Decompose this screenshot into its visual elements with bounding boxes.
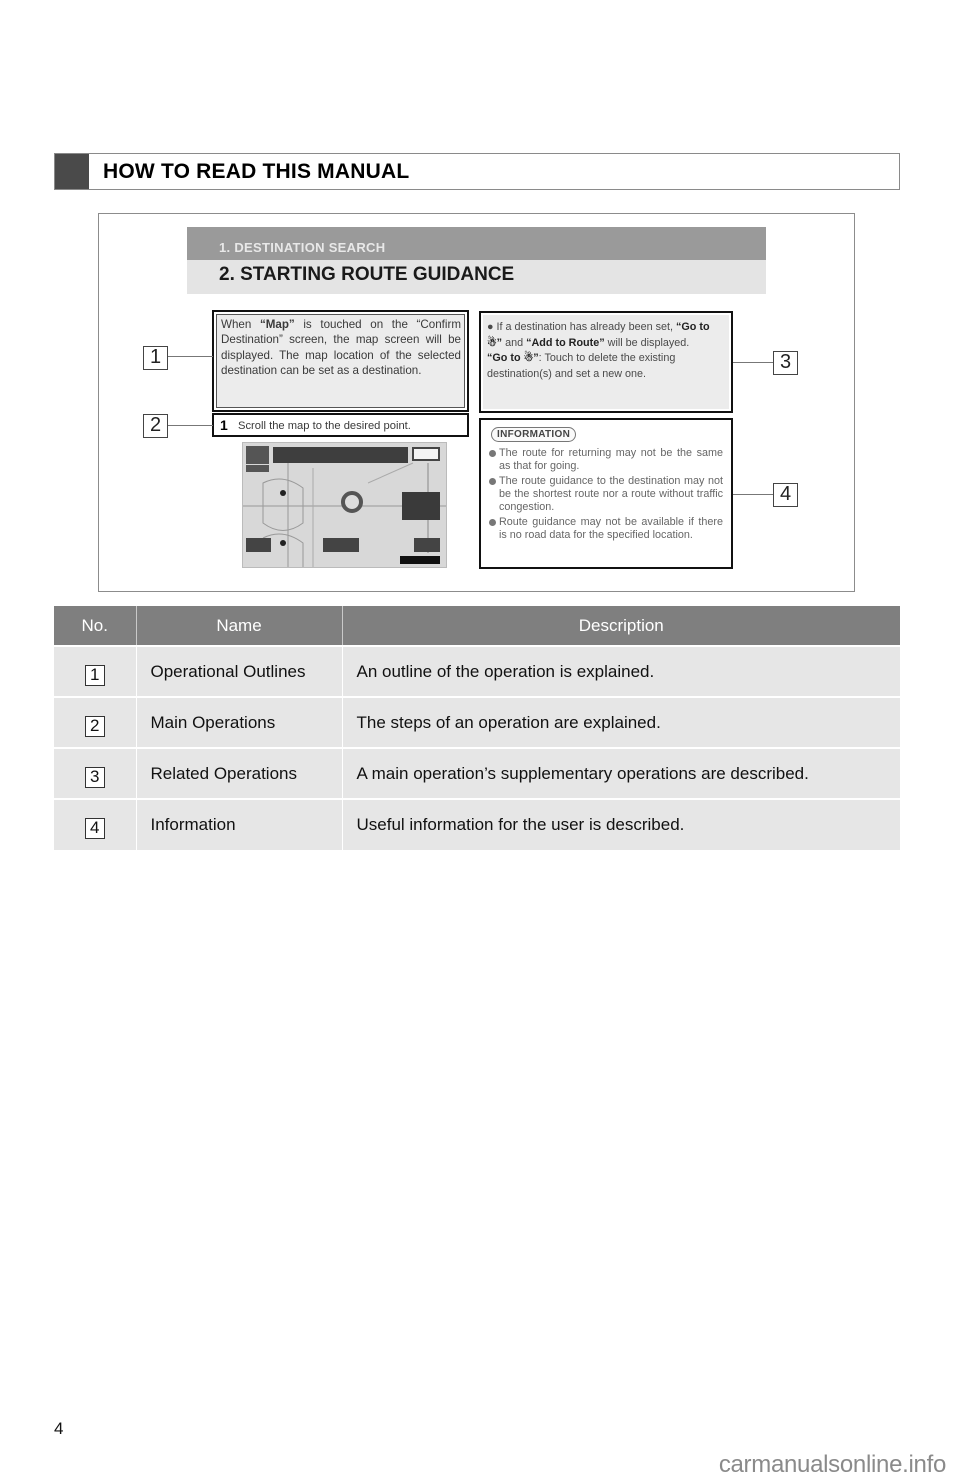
map-address-bar xyxy=(273,447,408,463)
map-screen-thumbnail xyxy=(242,442,447,568)
row-description: The steps of an operation are explained. xyxy=(342,696,900,748)
map-zoom-in-button[interactable] xyxy=(414,538,440,552)
row-name: Main Operations xyxy=(136,696,343,748)
section-title: HOW TO READ THIS MANUAL xyxy=(103,160,410,183)
row-description: An outline of the operation is explained… xyxy=(342,645,900,697)
map-scale-indicator xyxy=(400,556,440,564)
information-item: The route for returning may not be the s… xyxy=(489,447,723,473)
table-row: 2 Main Operations The steps of an operat… xyxy=(54,696,900,748)
legend-table: No. Name Description 1 Operational Outli… xyxy=(54,606,900,850)
example-page-figure: 1. DESTINATION SEARCH 2. STARTING ROUTE … xyxy=(98,213,855,592)
section-header-block xyxy=(55,154,89,189)
table-header-row: No. Name Description xyxy=(54,606,900,646)
map-zoom-out-button[interactable] xyxy=(246,538,271,552)
watermark: carmanualsonline.info xyxy=(718,1451,946,1478)
information-badge: INFORMATION xyxy=(491,427,577,442)
column-header-name: Name xyxy=(136,606,343,646)
operational-outline-box: When “Map” is touched on the “Confirm De… xyxy=(212,310,469,412)
row-name: Information xyxy=(136,798,343,850)
map-orientation-icon[interactable] xyxy=(246,446,269,464)
information-list: The route for returning may not be the s… xyxy=(489,447,723,544)
callout-2-leader-line xyxy=(167,425,213,426)
related-operations-box: ● If a destination has already been set,… xyxy=(479,311,733,413)
step-text: Scroll the map to the desired point. xyxy=(238,420,411,432)
row-number-badge: 4 xyxy=(84,818,105,839)
map-back-button[interactable] xyxy=(412,447,440,461)
step-number: 1 xyxy=(220,417,228,433)
information-item: The route guidance to the destination ma… xyxy=(489,475,723,514)
figure-chapter-title: 1. DESTINATION SEARCH xyxy=(187,227,766,260)
row-name: Related Operations xyxy=(136,747,343,799)
figure-header: 1. DESTINATION SEARCH 2. STARTING ROUTE … xyxy=(187,227,766,294)
section-header: HOW TO READ THIS MANUAL xyxy=(54,153,900,190)
callout-4-leader-line xyxy=(733,494,773,495)
callout-marker-4: 4 xyxy=(773,483,798,507)
callout-3-leader-line xyxy=(733,362,773,363)
page-number: 4 xyxy=(54,1419,64,1438)
row-number-badge: 3 xyxy=(84,767,105,788)
row-number-badge: 1 xyxy=(84,665,105,686)
table-row: 1 Operational Outlines An outline of the… xyxy=(54,645,900,697)
figure-section-title: 2. STARTING ROUTE GUIDANCE xyxy=(187,260,766,294)
related-note: “Go to ☃”: Touch to delete the existing … xyxy=(487,352,676,380)
column-header-no: No. xyxy=(54,606,137,646)
map-enter-button[interactable] xyxy=(402,492,440,520)
row-name: Operational Outlines xyxy=(136,645,343,697)
table-row: 4 Information Useful information for the… xyxy=(54,798,900,850)
callout-marker-3: 3 xyxy=(773,351,798,375)
row-description: A main operation’s supplementary operati… xyxy=(342,747,900,799)
map-mode-button[interactable] xyxy=(246,465,269,472)
callout-marker-1: 1 xyxy=(143,346,168,370)
related-operations-text: ● If a destination has already been set,… xyxy=(487,320,723,382)
information-box: INFORMATION The route for returning may … xyxy=(479,418,733,569)
row-number-badge: 2 xyxy=(84,716,105,737)
operational-outline-text: When “Map” is touched on the “Confirm De… xyxy=(221,318,461,378)
column-header-description: Description xyxy=(342,606,900,646)
map-cursor-crosshair-icon xyxy=(341,491,363,513)
callout-1-leader-line xyxy=(167,356,213,357)
related-bullet: ● If a destination has already been set,… xyxy=(487,321,710,349)
table-row: 3 Related Operations A main operation’s … xyxy=(54,747,900,799)
map-option-button[interactable] xyxy=(323,538,359,552)
information-item: Route guidance may not be available if t… xyxy=(489,516,723,542)
main-operation-step-box: 1 Scroll the map to the desired point. xyxy=(212,413,469,437)
callout-marker-2: 2 xyxy=(143,414,168,438)
row-description: Useful information for the user is descr… xyxy=(342,798,900,850)
